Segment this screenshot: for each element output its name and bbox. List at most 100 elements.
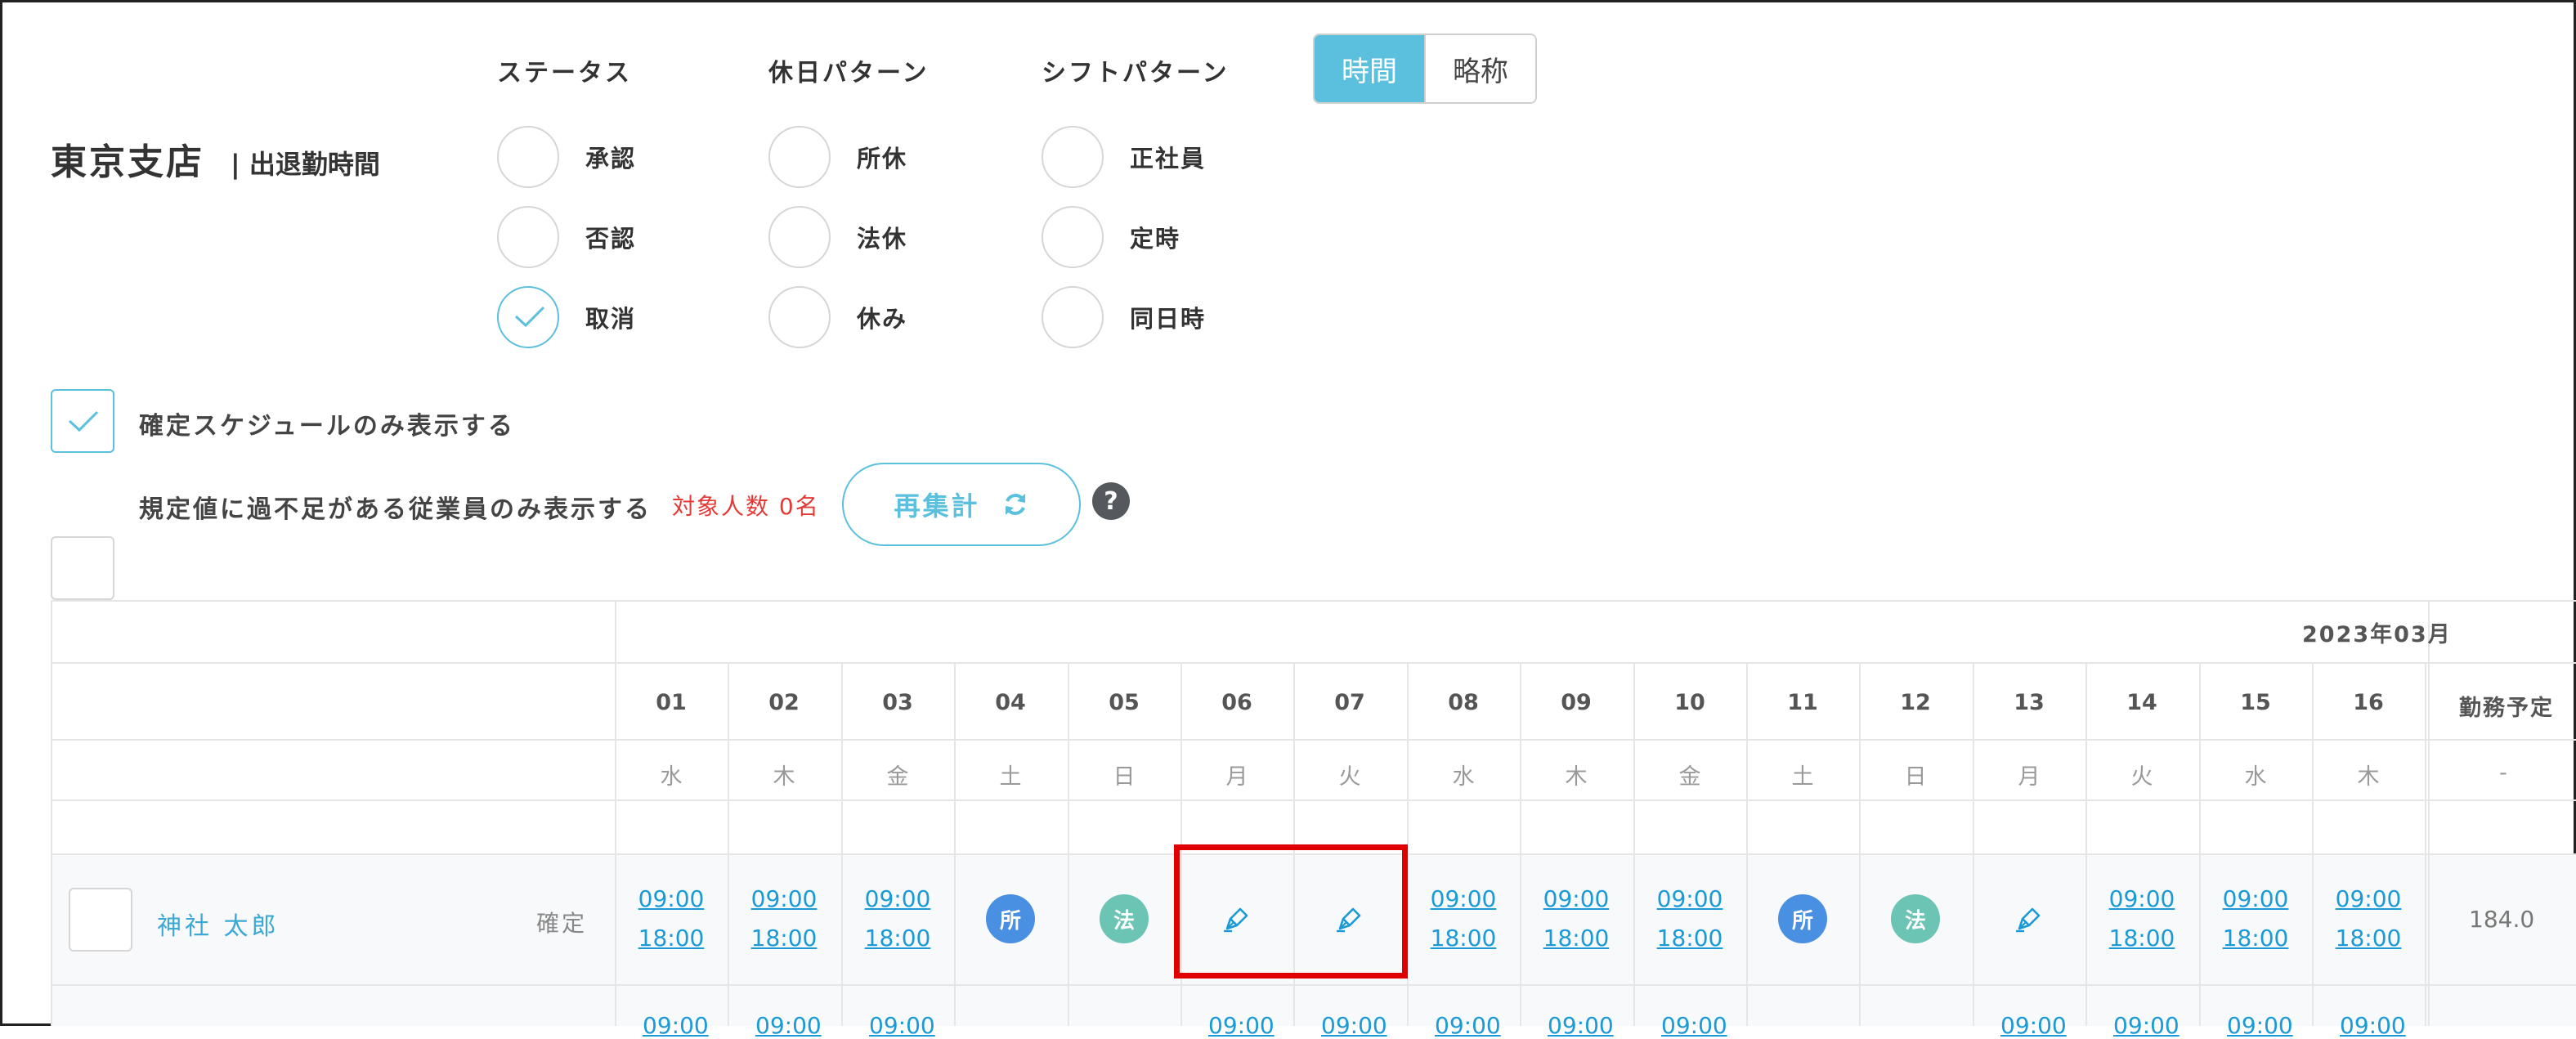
pen-icon (2016, 907, 2041, 933)
edit-shift-cell[interactable] (1973, 853, 2085, 984)
shift-end-link[interactable]: 18:00 (1431, 919, 1497, 958)
day-number: 03 (882, 690, 913, 715)
grid-line (51, 984, 2576, 986)
radio-label: 同日時 (1130, 305, 1207, 333)
day-of-week: 土 (1791, 764, 1814, 790)
shift-time-cell[interactable]: 09:00 18:00 (841, 853, 954, 984)
shift-option-fulltime[interactable]: 正社員 (1042, 126, 1206, 188)
day-number: 02 (768, 690, 800, 715)
refresh-icon (1005, 494, 1025, 515)
day-of-week: 木 (2357, 764, 2380, 790)
grid-line (2428, 600, 2430, 1026)
day-of-week: 木 (1565, 764, 1588, 790)
holiday-option-shokyu[interactable]: 所休 (768, 126, 907, 188)
shift-end-link[interactable]: 18:00 (751, 919, 818, 958)
radio-button[interactable] (768, 126, 831, 188)
recalculate-button[interactable]: 再集計 (842, 463, 1081, 546)
employee-status: 確定 (536, 910, 588, 937)
day-number: 10 (1674, 690, 1705, 715)
holiday-badge: 所 (1778, 894, 1827, 943)
grid-line (51, 739, 2576, 741)
status-option-rejected[interactable]: 否認 (497, 206, 636, 268)
shift-option-regular[interactable]: 定時 (1042, 206, 1180, 268)
grid-line (51, 662, 2576, 664)
day-of-week: 火 (1338, 764, 1361, 790)
holiday-shokyu-cell[interactable]: 所 (1746, 853, 1859, 984)
shift-time-cell[interactable]: 09:00 18:00 (615, 853, 728, 984)
radio-button[interactable] (768, 206, 831, 268)
day-number: 04 (995, 690, 1026, 715)
status-option-approved[interactable]: 承認 (497, 126, 636, 188)
shift-time-cell[interactable]: 09:00 18:00 (2085, 853, 2198, 984)
shift-start-link[interactable]: 09:00 (1431, 880, 1497, 919)
day-number: 01 (656, 690, 687, 715)
page-title: 東京支店 (51, 141, 204, 183)
radio-button[interactable] (1042, 126, 1104, 188)
holiday-option-yasumi[interactable]: 休み (768, 286, 907, 348)
radio-label: 否認 (585, 225, 637, 253)
shift-end-link[interactable]: 18:00 (2223, 919, 2289, 958)
day-of-week: 日 (1904, 764, 1927, 790)
shift-start-link[interactable]: 09:00 (2109, 880, 2175, 919)
shift-time-cell[interactable]: 09:00 18:00 (2199, 853, 2312, 984)
radio-button[interactable] (768, 286, 831, 348)
radio-button[interactable] (497, 206, 559, 268)
month-label: 2023年03月 (2302, 622, 2452, 647)
holiday-option-hokyu[interactable]: 法休 (768, 206, 907, 268)
holiday-hokyu-cell[interactable]: 法 (1068, 853, 1180, 984)
shift-time-cell[interactable]: 09:00 18:00 (728, 853, 840, 984)
toggle-time[interactable]: 時間 (1315, 35, 1424, 102)
shift-start-link[interactable]: 09:00 (751, 880, 818, 919)
employee-total-hours: 184.0 (2469, 906, 2535, 933)
radio-button[interactable] (1042, 286, 1104, 348)
shift-start-link[interactable]: 09:00 (638, 880, 705, 919)
day-number: 13 (2014, 690, 2045, 715)
radio-label: 承認 (585, 145, 637, 172)
shift-option-sameday[interactable]: 同日時 (1042, 286, 1206, 348)
shift-end-link[interactable]: 18:00 (1543, 919, 1610, 958)
shift-time-cell[interactable]: 09:00 18:00 (1633, 853, 1746, 984)
shift-end-link[interactable]: 18:00 (865, 919, 931, 958)
shift-start-link[interactable]: 09:00 (2336, 880, 2402, 919)
status-filter-title: ステータス (497, 59, 632, 87)
grid-line (51, 600, 52, 1026)
shift-start-link[interactable]: 09:00 (2223, 880, 2289, 919)
deficit-only-checkbox[interactable] (51, 536, 114, 600)
summary-column-sub: - (2499, 760, 2507, 786)
grid-line (51, 799, 2576, 801)
shift-start-link[interactable]: 09:00 (1543, 880, 1610, 919)
help-icon[interactable]: ? (1092, 482, 1130, 520)
shift-time-cell[interactable]: 09:00 18:00 (1520, 853, 1633, 984)
holiday-shokyu-cell[interactable]: 所 (954, 853, 1067, 984)
shift-start-link[interactable]: 09:00 (1657, 880, 1723, 919)
display-mode-toggle: 時間 略称 (1313, 34, 1537, 104)
shift-end-link[interactable]: 18:00 (2336, 919, 2402, 958)
holiday-hokyu-cell[interactable]: 法 (1859, 853, 1972, 984)
confirmed-only-checkbox[interactable] (51, 389, 114, 453)
shift-start-link[interactable]: 09:00 (865, 880, 931, 919)
employee-select-checkbox[interactable] (69, 888, 132, 952)
grid-line (2425, 662, 2426, 1026)
shift-end-link[interactable]: 18:00 (638, 919, 705, 958)
radio-button-checked[interactable] (497, 286, 559, 348)
status-option-cancelled[interactable]: 取消 (497, 286, 636, 348)
day-of-week: 水 (660, 764, 683, 790)
grid-line (51, 600, 2576, 602)
shift-time-cell[interactable]: 09:00 18:00 (2312, 853, 2425, 984)
toggle-abbrev[interactable]: 略称 (1424, 35, 1535, 102)
day-number: 06 (1221, 690, 1252, 715)
check-icon (514, 306, 545, 328)
day-of-week: 火 (2130, 764, 2153, 790)
page-subtitle: | 出退勤時間 (231, 149, 380, 180)
day-of-week: 木 (773, 764, 795, 790)
shift-end-link[interactable]: 18:00 (1657, 919, 1723, 958)
radio-button[interactable] (1042, 206, 1104, 268)
employee-name-link[interactable]: 神社 太郎 (157, 906, 280, 942)
shift-time-cell[interactable]: 09:00 18:00 (1407, 853, 1520, 984)
check-icon (68, 410, 99, 432)
day-of-week: 月 (2018, 764, 2041, 790)
shift-end-link[interactable]: 18:00 (2109, 919, 2175, 958)
radio-label: 定時 (1130, 225, 1181, 253)
radio-label: 所休 (857, 145, 908, 172)
radio-button[interactable] (497, 126, 559, 188)
